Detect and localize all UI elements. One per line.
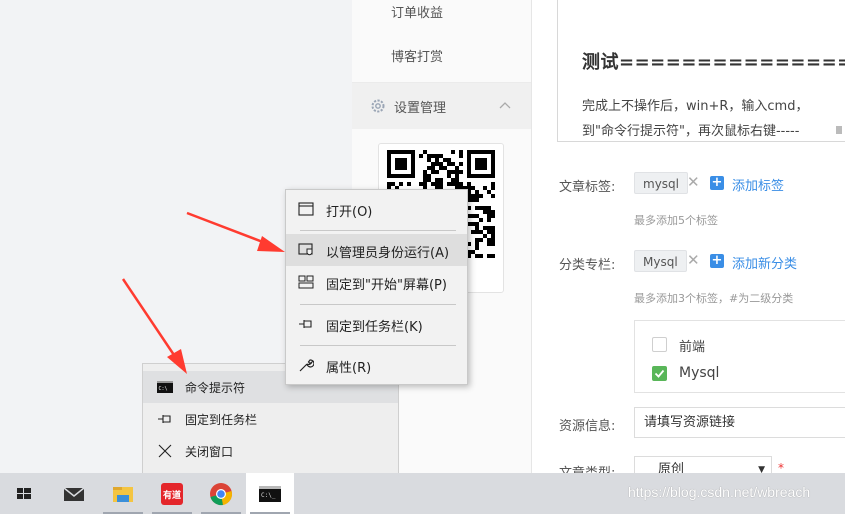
editor-scrollbar[interactable] (836, 126, 842, 134)
plus-icon[interactable]: + (710, 254, 724, 268)
taskbar-app-explorer[interactable] (99, 473, 147, 514)
checkbox-frontend[interactable] (652, 337, 667, 352)
tag-text: mysql (643, 177, 679, 191)
plus-icon[interactable]: + (710, 176, 724, 190)
check-icon (654, 369, 665, 378)
sidebar-group-settings[interactable]: 设置管理 (352, 83, 531, 129)
jumplist-label: 固定到任务栏 (185, 413, 258, 427)
category-chip: Mysql (634, 250, 687, 272)
file-explorer-icon (113, 487, 133, 502)
category-hint: 最多添加3个标签，#为二级分类 (634, 292, 794, 305)
jumplist-item-close[interactable]: 关闭窗口 (143, 435, 398, 467)
sidebar-item-label: 订单收益 (391, 6, 444, 21)
menu-separator (300, 230, 456, 231)
start-pin-icon (298, 275, 314, 289)
context-menu: 打开(O) 以管理员身份运行(A) 固定到"开始"屏幕(P) 固定到任务栏(K)… (285, 189, 468, 385)
tag-text: Mysql (643, 255, 678, 269)
menu-item-properties[interactable]: 属性(R) (286, 349, 467, 381)
sidebar-item-order-revenue[interactable]: 订单收益 (352, 0, 531, 36)
editor-heading: 测试================= (582, 52, 845, 73)
jumplist-label: 关闭窗口 (185, 445, 234, 459)
editor-text-line: 到"命令行提示符"，再次鼠标右键----- (582, 124, 800, 139)
sidebar-group-label: 设置管理 (394, 101, 447, 116)
menu-label: 属性(R) (326, 361, 372, 376)
taskbar-app-youdao[interactable]: 有道 (148, 473, 196, 514)
editor-text-line: 完成上不操作后，win+R，输入cmd， (582, 99, 809, 114)
sidebar-item-blog-tips[interactable]: 博客打赏 (352, 36, 531, 80)
menu-separator (300, 345, 456, 346)
close-icon (158, 444, 172, 458)
pin-icon (299, 320, 312, 328)
menu-item-open[interactable]: 打开(O) (286, 193, 467, 225)
jumplist-label: 命令提示符 (185, 381, 246, 395)
chevron-up-icon[interactable] (498, 98, 512, 112)
menu-item-pin-taskbar[interactable]: 固定到任务栏(K) (286, 308, 467, 340)
close-icon[interactable]: ✕ (687, 173, 700, 191)
wrench-icon (299, 359, 314, 372)
resource-label: 资源信息: (559, 419, 616, 434)
menu-label: 固定到任务栏(K) (326, 320, 423, 335)
editor-content[interactable]: 测试================= 完成上不操作后，win+R，输入cmd，… (557, 0, 845, 142)
svg-text:C:\: C:\ (159, 386, 168, 392)
start-button[interactable] (0, 473, 48, 514)
taskbar-app-chrome[interactable] (197, 473, 245, 514)
checkbox-mysql[interactable] (652, 366, 667, 381)
resource-value: 请填写资源链接 (644, 415, 736, 430)
chrome-icon (210, 483, 232, 506)
category-label: 分类专栏: (559, 258, 616, 273)
main-panel: 测试================= 完成上不操作后，win+R，输入cmd，… (531, 0, 845, 484)
checkbox-label: Mysql (679, 365, 720, 381)
svg-text:有道: 有道 (163, 489, 181, 501)
cmd-icon: C:\_ (259, 486, 281, 502)
taskbar-app-cmd[interactable]: C:\_ (246, 473, 294, 514)
tag-chip: mysql (634, 172, 688, 194)
tags-hint: 最多添加5个标签 (634, 214, 718, 227)
menu-separator (300, 304, 456, 305)
shield-icon (298, 243, 313, 256)
jumplist-item-pin[interactable]: 固定到任务栏 (143, 403, 398, 435)
menu-item-run-as-admin[interactable]: 以管理员身份运行(A) (286, 234, 467, 266)
gear-icon (371, 99, 385, 113)
category-options: 前端 Mysql (634, 320, 845, 393)
sidebar-item-label: 博客打赏 (391, 50, 444, 65)
taskbar-app-mail[interactable] (50, 473, 98, 514)
add-category-link[interactable]: 添加新分类 (732, 253, 797, 272)
cmd-icon: C:\ (157, 381, 173, 393)
youdao-icon: 有道 (161, 483, 183, 505)
article-tags-label: 文章标签: (559, 180, 616, 195)
window-icon (298, 202, 314, 216)
menu-label: 打开(O) (326, 205, 373, 220)
pin-icon (158, 415, 171, 423)
add-tag-link[interactable]: 添加标签 (732, 175, 784, 194)
menu-label: 以管理员身份运行(A) (326, 246, 450, 261)
close-icon[interactable]: ✕ (687, 251, 700, 269)
checkbox-label: 前端 (679, 340, 706, 355)
svg-text:C:\_: C:\_ (261, 492, 276, 499)
menu-item-pin-start[interactable]: 固定到"开始"屏幕(P) (286, 266, 467, 298)
mail-icon (63, 487, 85, 501)
windows-start-icon (17, 488, 31, 499)
menu-label: 固定到"开始"屏幕(P) (326, 278, 447, 293)
resource-input[interactable]: 请填写资源链接 (634, 407, 845, 438)
watermark: https://blog.csdn.net/wbreach (628, 484, 811, 500)
